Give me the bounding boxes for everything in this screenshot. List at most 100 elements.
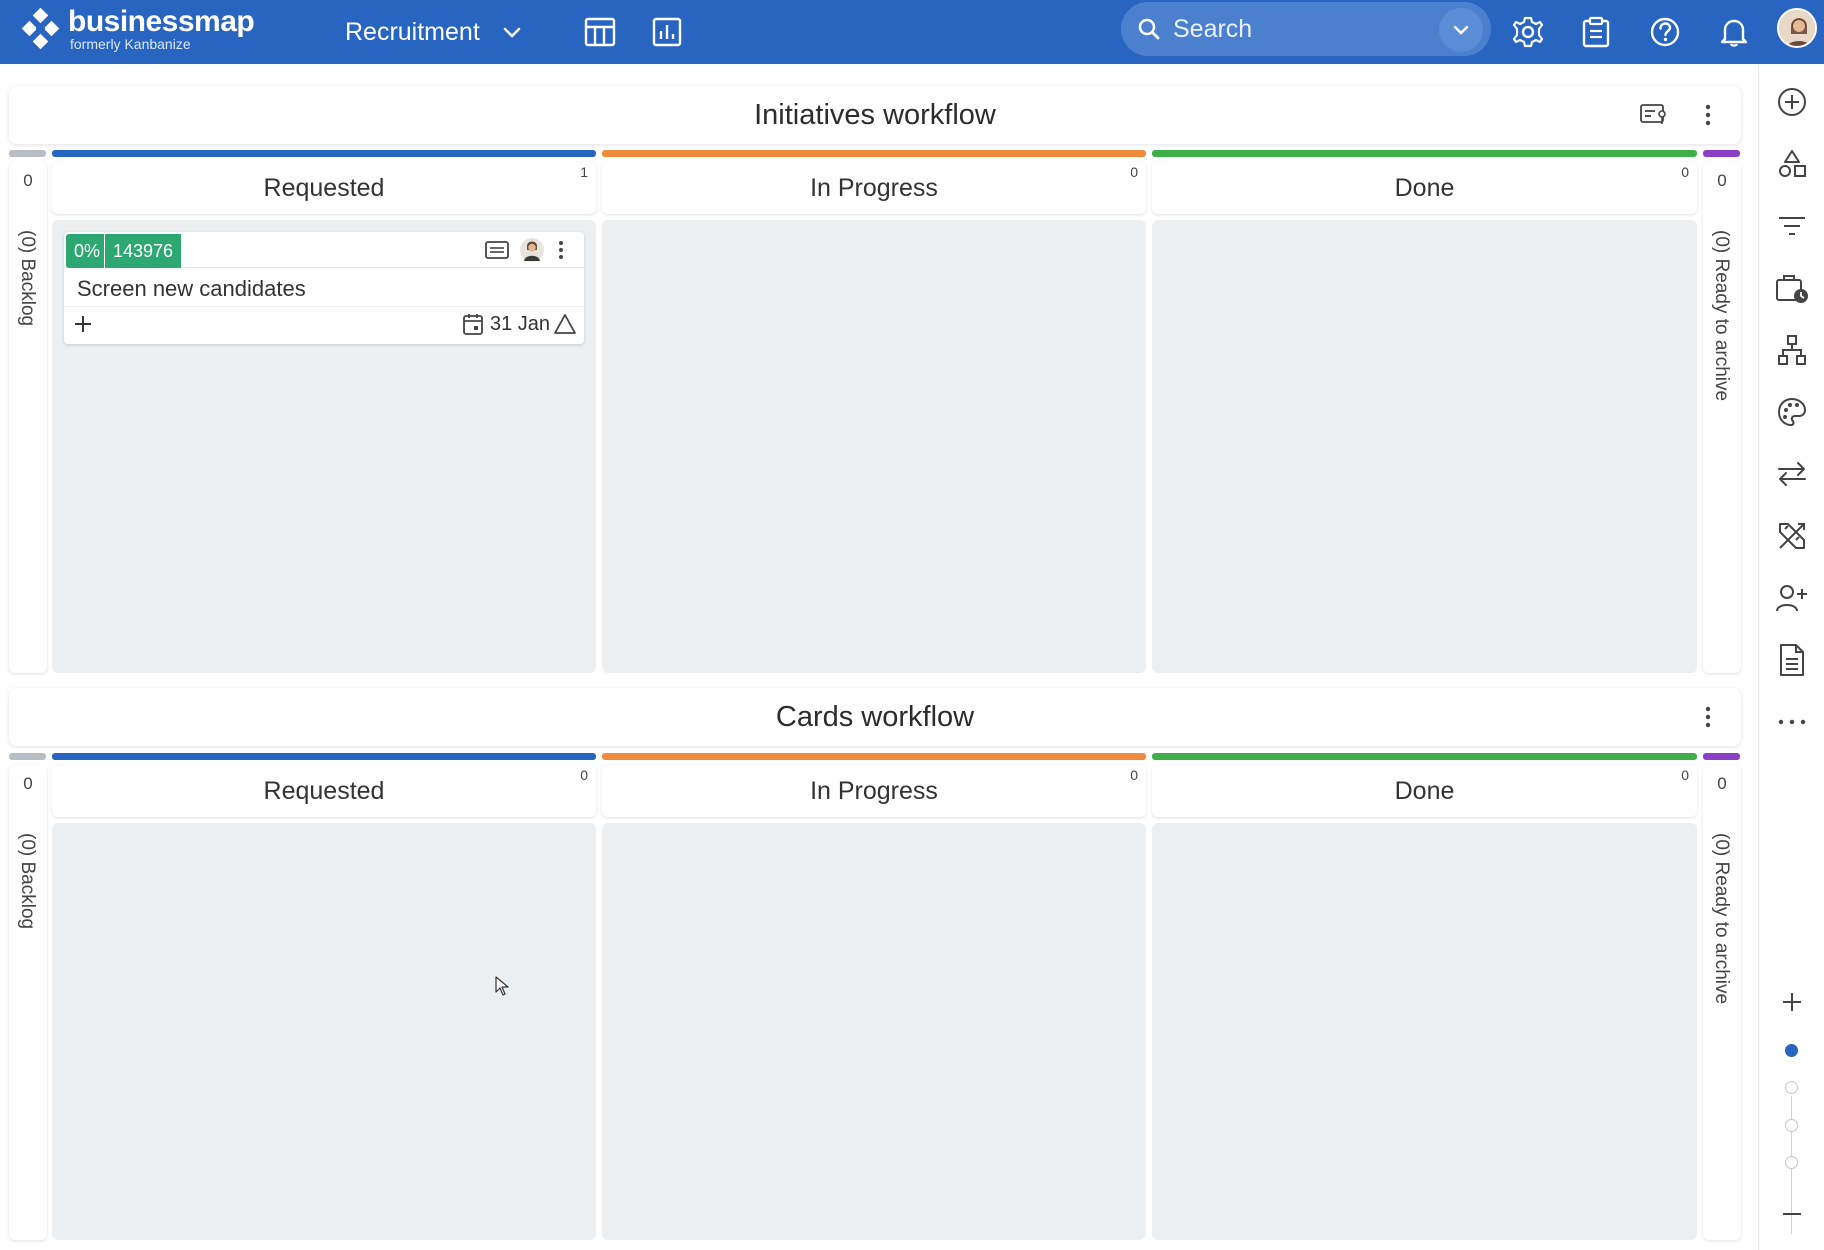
bell-icon[interactable] (1712, 10, 1756, 54)
analytics-icon[interactable] (645, 10, 689, 54)
document-icon[interactable] (1772, 640, 1812, 680)
backlog-count: 0 (23, 774, 33, 793)
avatar[interactable] (1777, 8, 1817, 48)
search-input[interactable] (1173, 14, 1413, 44)
card-id-badge[interactable]: 143976 (104, 234, 182, 268)
hierarchy-icon[interactable] (1772, 330, 1812, 370)
settings-icon[interactable] (1506, 10, 1550, 54)
archive-count: 0 (1717, 171, 1727, 190)
backlog-count: 0 (23, 171, 33, 190)
card-due-date: 31 Jan (490, 313, 551, 335)
workflow-header: Initiatives workflow (9, 86, 1741, 144)
column-title: Done (1394, 777, 1455, 805)
column-body-done[interactable] (1152, 220, 1697, 673)
search-icon (1125, 5, 1173, 53)
zoom-level-2[interactable] (1785, 1081, 1798, 1094)
more-icon[interactable] (1772, 702, 1812, 742)
filter-icon[interactable] (1772, 206, 1812, 246)
table-view-icon[interactable] (578, 10, 622, 54)
palette-icon[interactable] (1772, 392, 1812, 432)
column-title: In Progress (810, 174, 938, 202)
archive-label: (0) Ready to archive (1711, 833, 1732, 1005)
board-selector[interactable]: Recruitment (345, 12, 522, 52)
workflow-menu-icon[interactable] (1693, 99, 1723, 131)
column-count: 0 (1130, 164, 1138, 180)
column-header-requested[interactable]: Requested 0 (52, 765, 596, 817)
help-icon[interactable] (1643, 10, 1687, 54)
zoom-level-1[interactable] (1785, 1044, 1798, 1057)
in-progress-color-bar (602, 753, 1146, 760)
logo[interactable]: businessmap formerly Kanbanize (20, 5, 255, 52)
card-divider (64, 306, 584, 307)
mouse-cursor-icon (494, 975, 510, 997)
column-body-requested[interactable] (52, 823, 596, 1240)
column-title: Requested (263, 777, 385, 805)
archive-column[interactable]: 0 (0) Ready to archive (1703, 765, 1741, 1240)
card-header: 0% 143976 (64, 232, 584, 268)
column-body-in-progress[interactable] (602, 823, 1146, 1240)
card[interactable]: 0% 143976 Screen new candidates 31 Jan (64, 232, 584, 344)
add-icon[interactable] (1772, 82, 1812, 122)
warning-triangle-icon[interactable] (552, 312, 578, 336)
card-progress-badge: 0% (66, 234, 109, 268)
shapes-icon[interactable] (1772, 144, 1812, 184)
workflow-legend-icon[interactable] (1637, 99, 1671, 131)
archive-color-bar (1703, 150, 1740, 157)
zoom-level-4[interactable] (1785, 1156, 1798, 1169)
backlog-column[interactable]: 0 (0) Backlog (9, 162, 47, 673)
card-title: Screen new candidates (77, 276, 306, 301)
top-navigation-bar: businessmap formerly Kanbanize Recruitme… (0, 0, 1824, 64)
in-progress-color-bar (602, 150, 1146, 157)
column-header-in-progress[interactable]: In Progress 0 (602, 765, 1146, 817)
chevron-down-icon (1453, 25, 1469, 35)
backlog-label: (0) Backlog (17, 230, 38, 327)
tools-icon[interactable] (1772, 516, 1812, 556)
card-description-icon[interactable] (484, 238, 510, 262)
backlog-column[interactable]: 0 (0) Backlog (9, 765, 47, 1240)
column-count: 0 (1130, 767, 1138, 783)
column-count: 1 (580, 164, 588, 180)
column-count: 0 (1681, 164, 1689, 180)
archive-count: 0 (1717, 774, 1727, 793)
column-count: 0 (580, 767, 588, 783)
search-box[interactable] (1121, 2, 1491, 56)
column-title: Requested (263, 174, 385, 202)
zoom-in-icon[interactable] (1772, 982, 1812, 1022)
column-body-in-progress[interactable] (602, 220, 1146, 673)
column-title: Done (1394, 174, 1455, 202)
add-subtask-icon[interactable] (72, 312, 94, 336)
right-sidebar (1758, 64, 1824, 1250)
column-header-done[interactable]: Done 0 (1152, 765, 1697, 817)
logo-icon (20, 7, 62, 50)
zoom-out-icon[interactable] (1772, 1194, 1812, 1234)
card-menu-icon[interactable] (554, 238, 568, 262)
chevron-down-icon (502, 18, 522, 47)
workflow-title: Initiatives workflow (754, 99, 996, 131)
logo-subtitle: formerly Kanbanize (70, 36, 191, 52)
archive-column[interactable]: 0 (0) Ready to archive (1703, 162, 1741, 673)
column-header-done[interactable]: Done 0 (1152, 162, 1697, 214)
backlog-color-bar (9, 150, 46, 157)
column-title: In Progress (810, 777, 938, 805)
zoom-level-3[interactable] (1785, 1119, 1798, 1132)
search-options-button[interactable] (1439, 8, 1483, 52)
assignee-avatar[interactable] (519, 237, 545, 263)
time-icon[interactable] (1772, 268, 1812, 308)
column-body-done[interactable] (1152, 823, 1697, 1240)
logo-name: businessmap (68, 5, 255, 38)
requested-color-bar (52, 150, 596, 157)
backlog-color-bar (9, 753, 46, 760)
swap-icon[interactable] (1772, 454, 1812, 494)
requested-color-bar (52, 753, 596, 760)
add-user-icon[interactable] (1772, 578, 1812, 618)
archive-label: (0) Ready to archive (1711, 230, 1732, 402)
done-color-bar (1152, 150, 1697, 157)
clipboard-icon[interactable] (1574, 10, 1618, 54)
archive-color-bar (1703, 753, 1740, 760)
workflow-menu-icon[interactable] (1693, 701, 1723, 733)
workflow-header: Cards workflow (9, 688, 1741, 746)
column-header-in-progress[interactable]: In Progress 0 (602, 162, 1146, 214)
workflow-title: Cards workflow (775, 701, 975, 733)
column-count: 0 (1681, 767, 1689, 783)
column-header-requested[interactable]: Requested 1 (52, 162, 596, 214)
